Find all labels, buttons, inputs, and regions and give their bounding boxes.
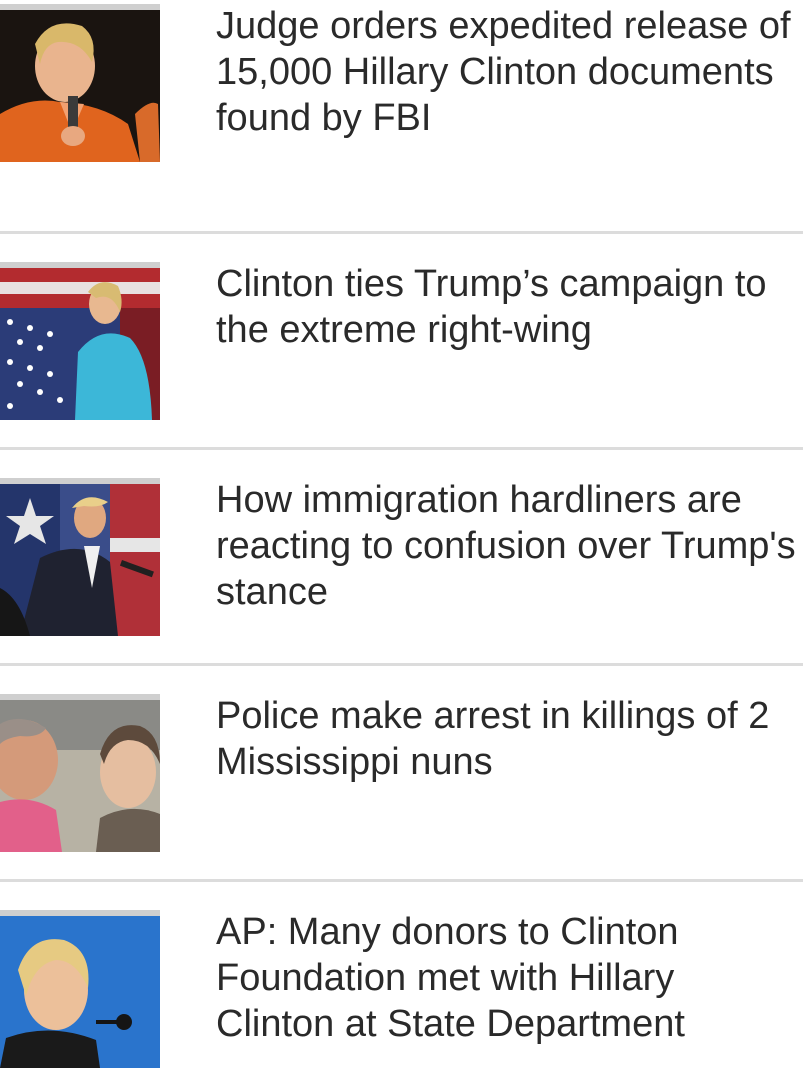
story-thumbnail-5[interactable]: [0, 910, 160, 1068]
story-divider: [0, 663, 803, 666]
story-thumbnail-2[interactable]: [0, 262, 160, 420]
clinton-orange-photo: [0, 4, 160, 162]
story-headline-3[interactable]: How immigration hardliners are reacting …: [216, 477, 801, 615]
clinton-podium-photo: [0, 910, 160, 1068]
story-thumbnail-1[interactable]: [0, 4, 160, 162]
story-thumbnail-4[interactable]: [0, 694, 160, 852]
story-headline-2[interactable]: Clinton ties Trump’s campaign to the ext…: [216, 261, 801, 353]
story-headline-4[interactable]: Police make arrest in killings of 2 Miss…: [216, 693, 801, 785]
story-divider: [0, 231, 803, 234]
story-divider: [0, 879, 803, 882]
story-divider: [0, 447, 803, 450]
two-nuns-photo: [0, 694, 160, 852]
story-headline-5[interactable]: AP: Many donors to Clinton Foundation me…: [216, 909, 801, 1047]
story-headline-1[interactable]: Judge orders expedited release of 15,000…: [216, 3, 801, 141]
story-thumbnail-3[interactable]: [0, 478, 160, 636]
trump-rally-photo: [0, 478, 160, 636]
clinton-flag-photo: [0, 262, 160, 420]
